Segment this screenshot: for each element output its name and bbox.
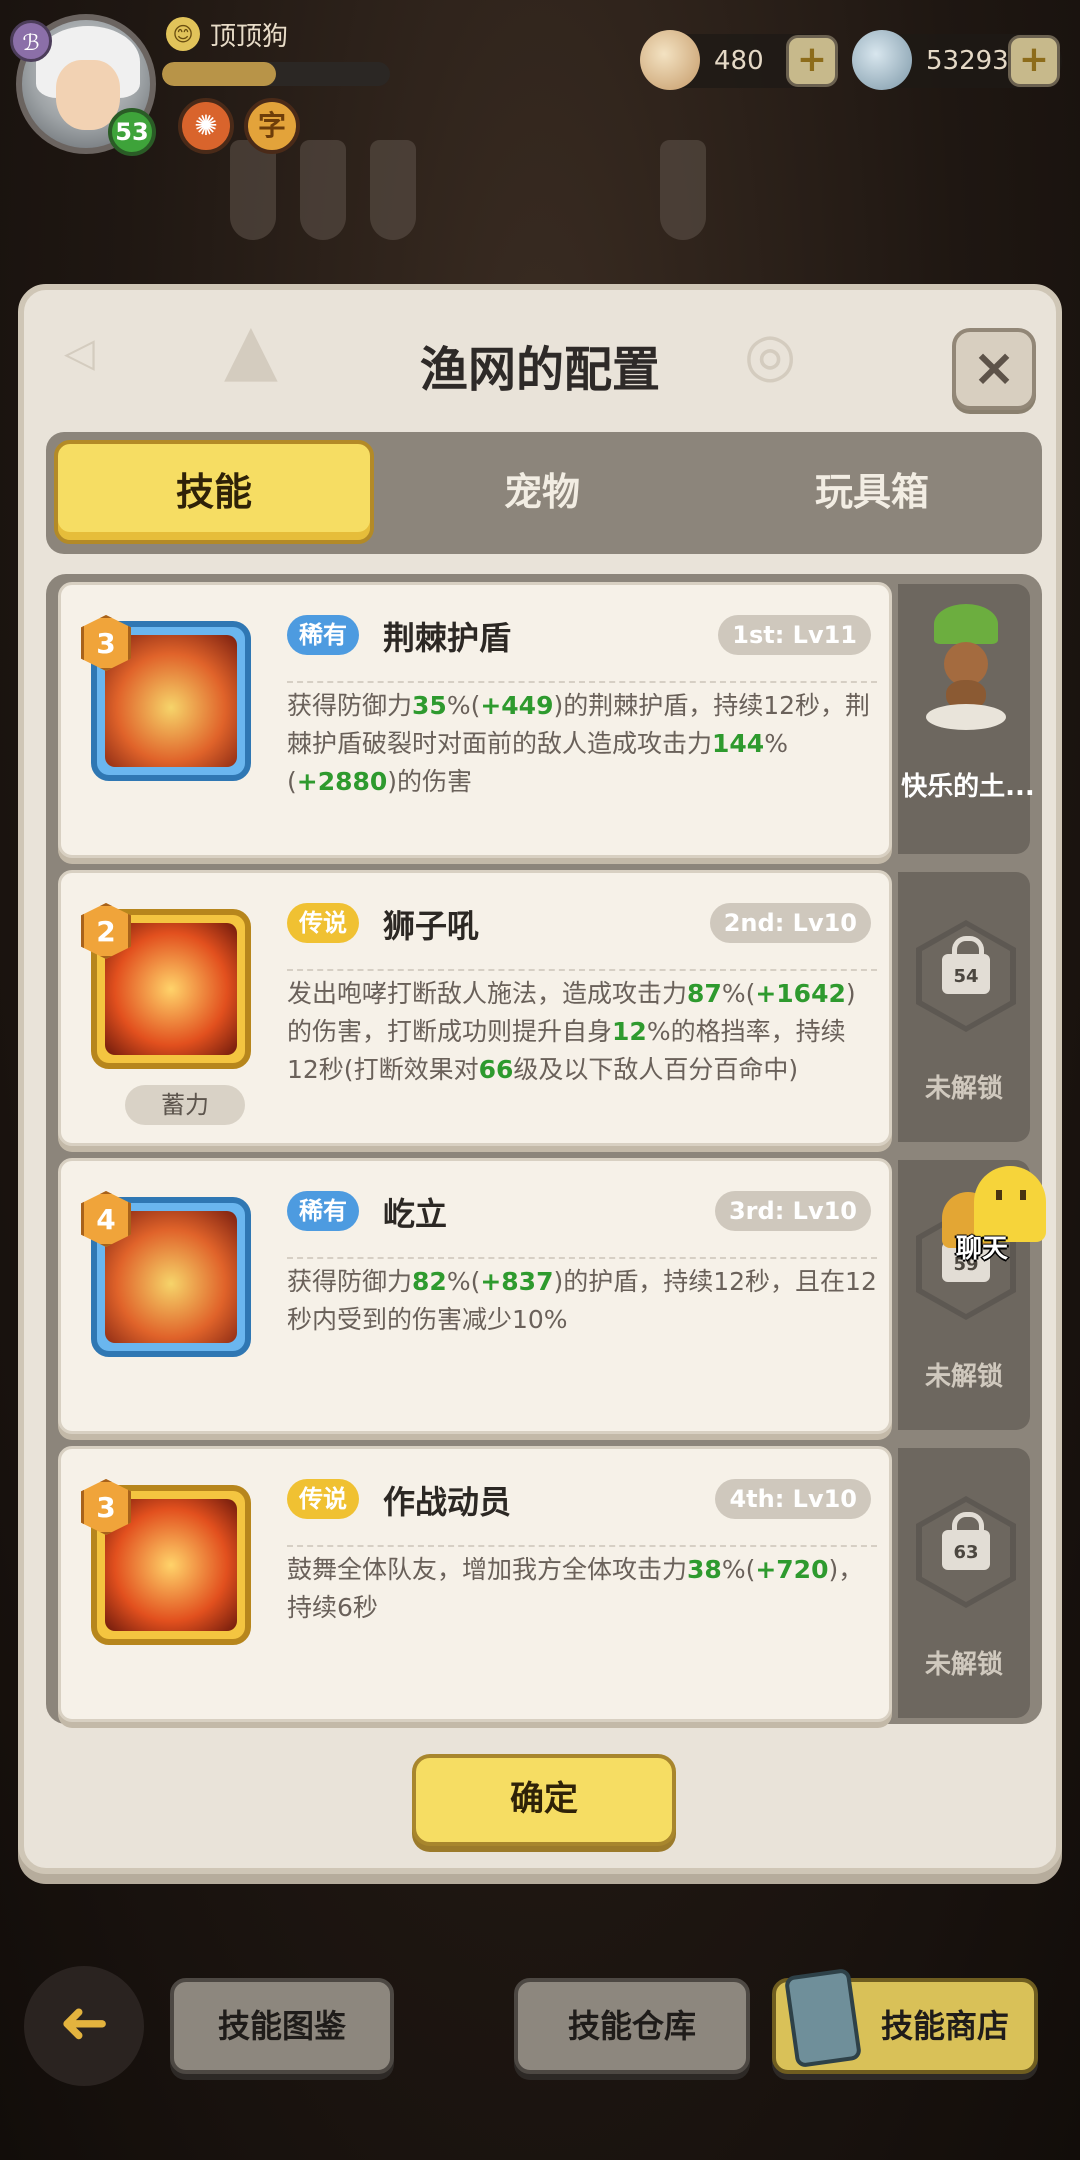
- skill-value-highlight: 82: [412, 1267, 447, 1296]
- charge-label: 蓄力: [125, 1085, 245, 1125]
- skill-value-highlight: +720: [755, 1555, 829, 1584]
- skill-slot-level: 2nd: Lv10: [709, 903, 871, 943]
- locked-label: 未解锁: [924, 1074, 1003, 1104]
- skill-name: 荆棘护盾: [383, 619, 512, 657]
- skill-value-highlight: +449: [480, 691, 554, 720]
- skill-name: 作战动员: [383, 1483, 512, 1521]
- pet-monkey-icon: [914, 604, 1014, 730]
- skill-storage-button[interactable]: 技能仓库: [514, 1978, 750, 2074]
- skill-codex-button[interactable]: 技能图鉴: [170, 1978, 394, 2074]
- skill-description-text: )的伤害: [387, 767, 473, 796]
- skill-description-text: %(: [721, 1555, 756, 1584]
- xp-bar: [162, 62, 390, 86]
- rarity-tag: 稀有: [287, 615, 359, 655]
- player-name: 顶顶狗: [210, 21, 289, 52]
- pet-slot[interactable]: 快乐的土...: [898, 584, 1035, 854]
- currency-shell: 480 +: [640, 30, 840, 90]
- skill-slot-level: 3rd: Lv10: [714, 1191, 871, 1231]
- pet-monkey-rock: [926, 704, 1006, 730]
- skill-value-highlight: +837: [480, 1267, 554, 1296]
- tab-skills[interactable]: 技能: [54, 440, 374, 544]
- net-config-dialog: ◁ ▲ ◎ 渔网的配置 × 技能 宠物 玩具箱 3 稀有 荆棘护盾 1st: Lv11…: [18, 284, 1062, 1874]
- skill-value-highlight: 66: [478, 1055, 514, 1084]
- back-arrow-icon: ➜: [58, 1990, 110, 2060]
- skill-value-highlight: +2880: [296, 767, 388, 796]
- skill-card[interactable]: 3 传说 作战动员 4th: Lv10 鼓舞全体队友，增加我方全体攻击力38%(+720…: [58, 1446, 892, 1722]
- skill-description: 获得防御力35%(+449)的荆棘护盾，持续12秒，荆棘护盾破裂时对面前的敌人造…: [287, 681, 877, 801]
- pet-name: 快乐的土...: [901, 772, 1035, 802]
- buff-icon-fire[interactable]: ✺: [178, 98, 234, 154]
- skill-description-text: %(: [721, 979, 756, 1008]
- rarity-tag: 传说: [287, 1479, 359, 1519]
- background-teeth-decoration: [220, 140, 760, 260]
- rarity-tag: 稀有: [287, 1191, 359, 1231]
- lock-icon: 54: [942, 936, 990, 994]
- skill-description: 发出咆哮打断敌人施法，造成攻击力87%(+1642)的伤害，打断成功则提升自身1…: [287, 969, 877, 1089]
- skill-description: 获得防御力82%(+837)的护盾，持续12秒，且在12秒内受到的伤害减少10%: [287, 1257, 877, 1339]
- back-arrow-button[interactable]: ➜: [24, 1966, 144, 2086]
- shell-icon: [640, 30, 700, 90]
- tab-bar: 技能 宠物 玩具箱: [46, 432, 1042, 554]
- player-level-badge: 53: [108, 108, 156, 156]
- locked-pet-slot[interactable]: 54 未解锁: [898, 872, 1030, 1142]
- tab-pets[interactable]: 宠物: [382, 440, 702, 544]
- currency-pearl-value: 53293: [926, 46, 1009, 76]
- skill-description: 鼓舞全体队友，增加我方全体攻击力38%(+720)，持续6秒: [287, 1545, 877, 1627]
- currency-pearl: 53293 +: [852, 30, 1062, 90]
- add-shell-button[interactable]: +: [786, 35, 838, 87]
- locked-label: 未解锁: [924, 1362, 1003, 1392]
- buff-icon-character[interactable]: 字: [244, 98, 300, 154]
- skill-description-text: 获得防御力: [287, 691, 413, 720]
- skill-value-highlight: +1642: [755, 979, 846, 1008]
- locked-label: 未解锁: [924, 1650, 1003, 1680]
- skill-card[interactable]: 4 稀有 屹立 3rd: Lv10 获得防御力82%(+837)的护盾，持续12秒，且在…: [58, 1158, 892, 1434]
- tab-toybox[interactable]: 玩具箱: [712, 440, 1032, 544]
- chat-label: 聊天: [956, 1234, 1009, 1264]
- skill-value-highlight: 87: [687, 979, 722, 1008]
- lock-icon: 63: [942, 1512, 990, 1570]
- currency-shell-value: 480: [714, 46, 764, 76]
- close-button[interactable]: ×: [952, 328, 1036, 410]
- skill-name: 狮子吼: [383, 907, 480, 945]
- skill-description-text: 发出咆哮打断敌人施法，造成攻击力: [287, 979, 688, 1008]
- locked-pet-slot[interactable]: 63 未解锁: [898, 1448, 1030, 1718]
- pearl-icon: [852, 30, 912, 90]
- chat-ghost-eyes: [996, 1190, 1026, 1200]
- skill-list: 3 稀有 荆棘护盾 1st: Lv11 获得防御力35%(+449)的荆棘护盾，持续12…: [46, 574, 1042, 1724]
- confirm-button[interactable]: 确定: [412, 1754, 676, 1846]
- skill-description-text: 级及以下敌人百分百命中): [513, 1055, 799, 1084]
- skill-card[interactable]: 3 稀有 荆棘护盾 1st: Lv11 获得防御力35%(+449)的荆棘护盾，持续12…: [58, 582, 892, 858]
- avatar-class-badge-icon: ℬ: [10, 20, 52, 62]
- skill-description-text: %(: [446, 1267, 481, 1296]
- skill-value-highlight: 144: [712, 729, 765, 758]
- skill-value-highlight: 35: [412, 691, 447, 720]
- pet-monkey-leaves: [934, 604, 998, 644]
- skill-description-text: 获得防御力: [287, 1267, 413, 1296]
- shop-machine-icon: [783, 1967, 863, 2069]
- add-pearl-button[interactable]: +: [1008, 35, 1060, 87]
- player-name-row: 😊 顶顶狗: [166, 16, 288, 52]
- skill-slot-level: 1st: Lv11: [718, 615, 871, 655]
- skill-description-text: 鼓舞全体队友，增加我方全体攻击力: [287, 1555, 688, 1584]
- chat-button[interactable]: 聊天: [942, 1166, 1052, 1266]
- skill-card[interactable]: 2 传说 狮子吼 2nd: Lv10 发出咆哮打断敌人施法，造成攻击力87%(+1642…: [58, 870, 892, 1146]
- dialog-title: 渔网的配置: [419, 342, 660, 398]
- skill-shop-button[interactable]: 技能商店: [772, 1967, 1038, 2074]
- skill-name: 屹立: [383, 1195, 448, 1233]
- player-title-icon: 😊: [166, 17, 200, 51]
- skill-description-text: %(: [446, 691, 481, 720]
- skill-value-highlight: 12: [612, 1017, 647, 1046]
- rarity-tag: 传说: [287, 903, 359, 943]
- skill-shop-label: 技能商店: [880, 2007, 1009, 2045]
- skill-value-highlight: 38: [687, 1555, 722, 1584]
- skill-slot-level: 4th: Lv10: [715, 1479, 871, 1519]
- xp-bar-fill: [162, 62, 276, 86]
